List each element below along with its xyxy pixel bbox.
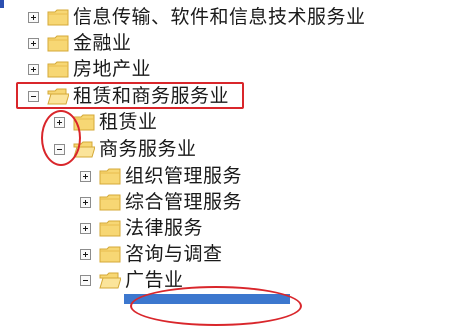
folder-icon xyxy=(99,168,121,185)
tree-item-comprehensive-management[interactable]: 综合管理服务 xyxy=(80,189,242,215)
tree-item-label: 租赁业 xyxy=(99,111,158,133)
tree-item-label: 房地产业 xyxy=(73,58,152,80)
tree-item-finance[interactable]: 金融业 xyxy=(28,30,132,56)
tree-item-consulting-survey[interactable]: 咨询与调查 xyxy=(80,241,223,267)
industry-category-tree: 信息传输、软件和信息技术服务业 金融业 房地产业 租赁和商务服务业 租赁业 商务… xyxy=(0,0,450,326)
tree-item-legal-services[interactable]: 法律服务 xyxy=(80,215,203,241)
annotation-ellipse-bottom xyxy=(130,286,302,326)
expand-plus-icon[interactable] xyxy=(80,222,91,234)
window-edge-marker xyxy=(0,0,4,8)
expand-plus-icon[interactable] xyxy=(80,196,91,208)
tree-item-label: 综合管理服务 xyxy=(125,191,243,213)
expand-plus-icon[interactable] xyxy=(28,63,39,75)
tree-item-label: 信息传输、软件和信息技术服务业 xyxy=(73,6,366,28)
tree-item-label: 咨询与调查 xyxy=(125,243,223,265)
tree-item-label: 法律服务 xyxy=(125,217,204,239)
folder-icon xyxy=(47,35,69,52)
expand-plus-icon[interactable] xyxy=(28,11,39,23)
folder-icon xyxy=(47,9,69,26)
folder-icon xyxy=(99,246,121,263)
folder-icon xyxy=(99,220,121,237)
expand-plus-icon[interactable] xyxy=(80,248,91,260)
expand-plus-icon[interactable] xyxy=(28,37,39,49)
folder-icon xyxy=(47,61,69,78)
folder-open-icon xyxy=(99,272,121,289)
annotation-ellipse xyxy=(41,110,81,166)
tree-item-real-estate[interactable]: 房地产业 xyxy=(28,56,151,82)
tree-item-label: 组织管理服务 xyxy=(125,165,243,187)
tree-item-organization-management[interactable]: 组织管理服务 xyxy=(80,163,242,189)
tree-item-label: 商务服务业 xyxy=(99,138,197,160)
tree-item-label: 金融业 xyxy=(73,32,132,54)
annotation-rectangle xyxy=(16,82,244,109)
folder-icon xyxy=(99,194,121,211)
collapse-minus-icon[interactable] xyxy=(80,274,91,286)
tree-item-info-tech[interactable]: 信息传输、软件和信息技术服务业 xyxy=(28,4,366,30)
expand-plus-icon[interactable] xyxy=(80,170,91,182)
